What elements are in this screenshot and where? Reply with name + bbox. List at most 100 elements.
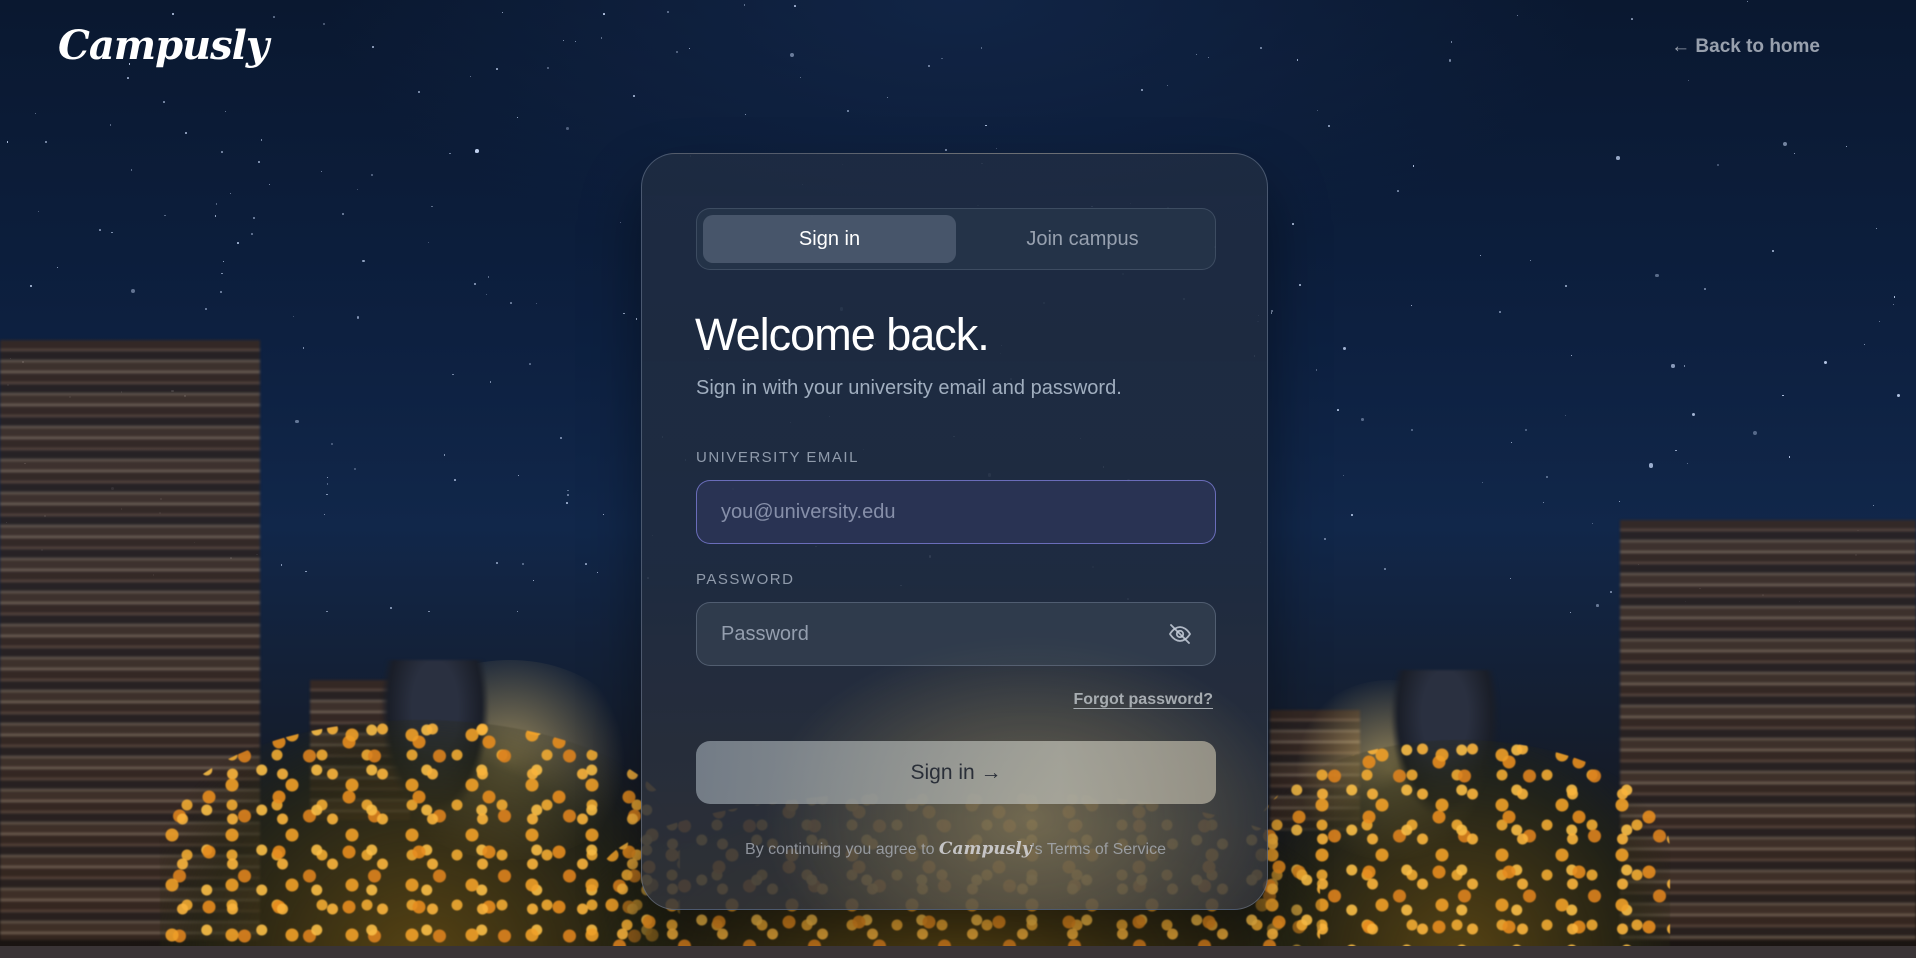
star <box>1872 504 1875 507</box>
star <box>1509 577 1512 580</box>
star <box>635 318 637 320</box>
star <box>1565 285 1567 287</box>
star <box>1875 227 1877 229</box>
terms-of-service-link[interactable]: 's Terms of Service <box>1032 841 1166 858</box>
star <box>560 436 562 439</box>
star <box>1499 311 1501 314</box>
terms-prefix: By continuing you agree to <box>745 841 939 858</box>
star <box>34 113 36 115</box>
star <box>1207 56 1210 59</box>
star <box>431 205 433 208</box>
star <box>371 46 374 48</box>
star <box>995 147 997 150</box>
star <box>323 23 326 26</box>
star <box>1511 442 1513 444</box>
star <box>1327 124 1330 127</box>
star <box>111 231 113 234</box>
star <box>185 131 188 134</box>
star <box>1481 481 1483 484</box>
star <box>1591 522 1594 525</box>
star <box>1823 360 1828 364</box>
star <box>225 111 227 113</box>
star <box>130 168 133 171</box>
star <box>1351 514 1354 517</box>
star <box>1863 344 1865 346</box>
star <box>427 241 430 244</box>
star <box>1683 365 1685 367</box>
star <box>1410 428 1413 431</box>
star <box>1794 153 1796 155</box>
star <box>29 285 33 288</box>
star <box>444 454 446 456</box>
star <box>487 275 490 278</box>
star <box>1570 354 1573 357</box>
star <box>496 562 498 564</box>
star <box>449 152 452 155</box>
star <box>688 47 690 50</box>
star <box>1479 254 1481 256</box>
star <box>1753 430 1758 435</box>
star <box>547 66 550 69</box>
star <box>1296 59 1299 61</box>
email-field-label: UNIVERSITY EMAIL <box>696 449 859 466</box>
star <box>221 272 224 275</box>
star <box>1529 259 1532 262</box>
star <box>1166 85 1168 87</box>
star <box>229 192 232 195</box>
star <box>1292 222 1295 225</box>
star <box>985 124 987 127</box>
star <box>327 477 329 479</box>
star <box>1564 414 1566 417</box>
password-field-label: PASSWORD <box>696 571 795 588</box>
star <box>496 68 498 70</box>
star <box>454 479 456 482</box>
star <box>326 483 329 485</box>
email-field[interactable] <box>696 480 1216 544</box>
star <box>745 114 747 116</box>
star <box>1361 417 1365 421</box>
star <box>596 571 599 574</box>
star <box>566 494 569 496</box>
star <box>1610 591 1612 594</box>
star <box>1270 311 1273 314</box>
star <box>675 50 679 54</box>
star <box>510 302 512 304</box>
password-field[interactable] <box>696 602 1216 666</box>
star <box>585 562 588 565</box>
star <box>1450 41 1453 43</box>
star <box>1845 145 1848 148</box>
star <box>928 64 931 67</box>
star <box>944 149 947 152</box>
star <box>162 101 165 103</box>
star <box>1412 165 1415 168</box>
eye-off-icon[interactable] <box>1168 622 1192 646</box>
star <box>1315 368 1318 371</box>
star <box>532 580 534 582</box>
tab-join-campus[interactable]: Join campus <box>956 215 1209 263</box>
star <box>1259 47 1262 50</box>
star <box>1569 611 1572 614</box>
sign-in-button[interactable]: Sign in → <box>696 741 1216 804</box>
star <box>1619 501 1621 503</box>
star <box>260 138 263 141</box>
tab-sign-in[interactable]: Sign in <box>703 215 956 263</box>
campusly-logo[interactable]: Campusly <box>58 22 269 69</box>
star <box>474 282 477 285</box>
forgot-password-link[interactable]: Forgot password? <box>1073 691 1213 709</box>
star <box>1691 412 1695 416</box>
star <box>1316 109 1318 111</box>
star <box>325 493 328 496</box>
star <box>371 173 374 176</box>
back-to-home-link[interactable]: ← Back to home <box>1671 36 1820 58</box>
star <box>602 513 605 516</box>
star <box>600 37 603 39</box>
star <box>305 570 307 572</box>
star <box>603 13 605 15</box>
auth-card: Sign in Join campus Welcome back. Sign i… <box>641 153 1268 910</box>
star <box>428 610 430 613</box>
star <box>666 11 669 14</box>
star <box>516 116 519 119</box>
star <box>517 475 520 477</box>
star <box>320 170 322 173</box>
star <box>250 233 253 235</box>
